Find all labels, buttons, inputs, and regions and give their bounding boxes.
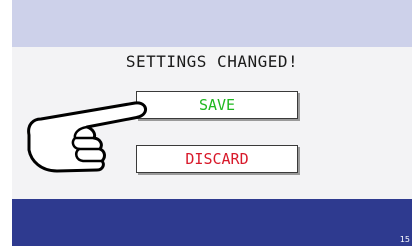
dialog-title: SETTINGS CHANGED! bbox=[125, 52, 299, 71]
pointing-hand-icon bbox=[27, 101, 147, 173]
discard-button-label: DISCARD bbox=[185, 150, 249, 168]
bottom-bar bbox=[12, 199, 412, 246]
save-button[interactable]: SAVE bbox=[136, 91, 298, 119]
page-number: 15 bbox=[399, 235, 410, 244]
discard-button[interactable]: DISCARD bbox=[136, 145, 298, 173]
top-bar bbox=[12, 0, 412, 47]
save-button-label: SAVE bbox=[198, 96, 236, 114]
